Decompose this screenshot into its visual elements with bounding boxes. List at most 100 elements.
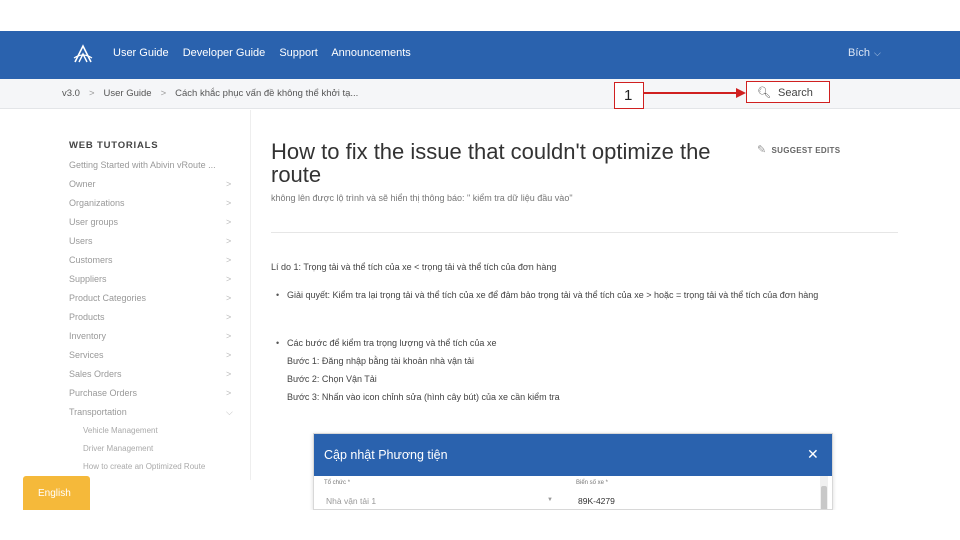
chevron-right-icon: >: [226, 236, 232, 246]
steps-title: Các bước để kiểm tra trọng lượng và thể …: [287, 338, 497, 348]
close-icon: ✕: [807, 446, 819, 462]
chevron-right-icon: >: [226, 388, 232, 398]
main-nav: User Guide Developer Guide Support Annou…: [113, 47, 422, 59]
sidebar-item-services[interactable]: Services >: [69, 350, 249, 369]
nav-user-guide[interactable]: User Guide: [113, 47, 169, 59]
dropdown-caret-icon: ▼: [547, 497, 553, 503]
chevron-down-icon: ⌵: [226, 407, 233, 417]
field-plate-value: 89K-4279: [578, 496, 615, 506]
sidebar-item-label: Purchase Orders: [69, 388, 138, 398]
dialog-title: Cập nhật Phương tiện: [324, 448, 448, 462]
sidebar-heading: WEB TUTORIALS: [69, 140, 159, 151]
annotation-number: 1: [624, 87, 633, 104]
annotation-arrow-head: [736, 88, 746, 98]
nav-announcements[interactable]: Announcements: [331, 47, 411, 59]
annotation-arrow-line: [644, 92, 742, 94]
sidebar-item-inventory[interactable]: Inventory >: [69, 331, 249, 350]
chevron-right-icon: >: [226, 198, 232, 208]
chevron-right-icon: >: [226, 312, 232, 322]
breadcrumb-version[interactable]: v3.0: [62, 88, 80, 99]
chevron-right-icon: >: [226, 217, 232, 227]
bullet: •: [276, 338, 280, 348]
annotation-number-box: 1: [614, 82, 644, 109]
sidebar-item-label: Sales Orders: [69, 369, 122, 379]
steps-item: • Các bước để kiểm tra trọng lượng và th…: [271, 334, 891, 406]
sidebar-item-label: Products: [69, 312, 105, 322]
nav-developer-guide[interactable]: Developer Guide: [183, 47, 266, 59]
chevron-right-icon: >: [226, 350, 232, 360]
chevron-right-icon: >: [226, 293, 232, 303]
chevron-right-icon: >: [226, 179, 232, 189]
breadcrumb-separator: >: [88, 88, 95, 99]
breadcrumb-separator: >: [160, 88, 167, 99]
sidebar-item-product-categories[interactable]: Product Categories >: [69, 293, 249, 312]
user-menu[interactable]: Bích ⌵: [848, 47, 881, 59]
sidebar-item-products[interactable]: Products >: [69, 312, 249, 331]
breadcrumb: v3.0 > User Guide > Cách khắc phục vấn đề kh…: [62, 88, 358, 99]
dialog-scrollbar: [820, 476, 828, 509]
edit-icon: ✎: [757, 144, 767, 156]
search-label: Search: [778, 87, 813, 99]
chevron-right-icon: >: [226, 255, 232, 265]
breadcrumb-bar: v3.0 > User Guide > Cách khắc phục vấn đề kh…: [0, 79, 960, 109]
chevron-right-icon: >: [226, 274, 232, 284]
sidebar-item-label: Suppliers: [69, 274, 107, 284]
sidebar-item-label: Users: [69, 236, 93, 246]
step-3: Bước 3: Nhấn vào icon chỉnh sửa (hình câ…: [287, 392, 560, 402]
search-button[interactable]: 🔍︎ Search: [746, 81, 830, 103]
solution-item: • Giải quyết: Kiểm tra lại trọng tải và …: [271, 286, 891, 304]
sidebar-item-label: Customers: [69, 255, 113, 265]
reason-text: Lí do 1: Trọng tải và thể tích của xe < …: [271, 262, 557, 272]
sidebar-item-label: Getting Started with Abivin vRoute ...: [69, 160, 216, 170]
sidebar-item-owner[interactable]: Owner >: [69, 179, 249, 198]
step-2: Bước 2: Chọn Vận Tải: [287, 374, 377, 384]
breadcrumb-user-guide[interactable]: User Guide: [104, 88, 152, 99]
field-organization-value: Nhà vận tải 1: [326, 496, 377, 506]
sidebar-divider: [250, 110, 251, 480]
page-bottom: [0, 510, 960, 540]
sidebar-item-users[interactable]: Users >: [69, 236, 249, 255]
vehicle-update-dialog-image: Cập nhật Phương tiện ✕ Tổ chức * Nhà vận…: [313, 433, 833, 510]
step-1: Bước 1: Đăng nhập bằng tài khoản nhà vận…: [287, 356, 475, 366]
sidebar-item-label: Organizations: [69, 198, 125, 208]
title-divider: [271, 232, 898, 233]
suggest-edits-button[interactable]: ✎ SUGGEST EDITS: [757, 143, 840, 156]
abivin-logo-icon[interactable]: [72, 43, 94, 65]
breadcrumb-current: Cách khắc phục vấn đề không thể khởi tạ.…: [175, 88, 359, 99]
chevron-down-icon: ⌵: [874, 48, 881, 58]
sidebar-subitem-optimized-route[interactable]: How to create an Optimized Route: [69, 462, 249, 480]
sidebar-item-sales-orders[interactable]: Sales Orders >: [69, 369, 249, 388]
page-subtitle: không lên được lộ trình và sẽ hiển thị t…: [271, 193, 573, 203]
sidebar-item-label: Owner: [69, 179, 96, 189]
sidebar-item-label: Product Categories: [69, 293, 147, 303]
field-organization-label: Tổ chức *: [324, 480, 351, 486]
sidebar-item-getting-started[interactable]: Getting Started with Abivin vRoute ...: [69, 160, 249, 179]
sidebar: WEB TUTORIALS Getting Started with Abivi…: [69, 140, 249, 480]
language-button[interactable]: English: [23, 476, 90, 510]
sidebar-item-label: Transportation: [69, 407, 127, 417]
search-icon: 🔍︎: [757, 87, 771, 99]
sidebar-subitem-driver-management[interactable]: Driver Management: [69, 444, 249, 462]
chevron-right-icon: >: [226, 369, 232, 379]
sidebar-item-label: Services: [69, 350, 104, 360]
user-name: Bích: [848, 47, 871, 59]
chevron-right-icon: >: [226, 331, 232, 341]
solution-text: Giải quyết: Kiểm tra lại trọng tải và th…: [287, 290, 819, 300]
suggest-edits-label: SUGGEST EDITS: [771, 146, 841, 155]
sidebar-subitem-vehicle-management[interactable]: Vehicle Management: [69, 426, 249, 444]
sidebar-item-transportation[interactable]: Transportation ⌵: [69, 407, 249, 426]
bullet: •: [276, 290, 280, 300]
sidebar-item-user-groups[interactable]: User groups >: [69, 217, 249, 236]
language-label: English: [38, 488, 71, 499]
sidebar-item-organizations[interactable]: Organizations >: [69, 198, 249, 217]
nav-support[interactable]: Support: [279, 47, 318, 59]
field-plate-label: Biển số xe *: [576, 480, 609, 486]
sidebar-item-label: Inventory: [69, 331, 107, 341]
page-title: How to fix the issue that couldn't optim…: [271, 139, 711, 187]
sidebar-item-suppliers[interactable]: Suppliers >: [69, 274, 249, 293]
dialog-header: Cập nhật Phương tiện ✕: [314, 434, 832, 476]
sidebar-item-customers[interactable]: Customers >: [69, 255, 249, 274]
top-nav-bar: User Guide Developer Guide Support Annou…: [0, 31, 960, 79]
sidebar-item-label: User groups: [69, 217, 119, 227]
sidebar-item-purchase-orders[interactable]: Purchase Orders >: [69, 388, 249, 407]
